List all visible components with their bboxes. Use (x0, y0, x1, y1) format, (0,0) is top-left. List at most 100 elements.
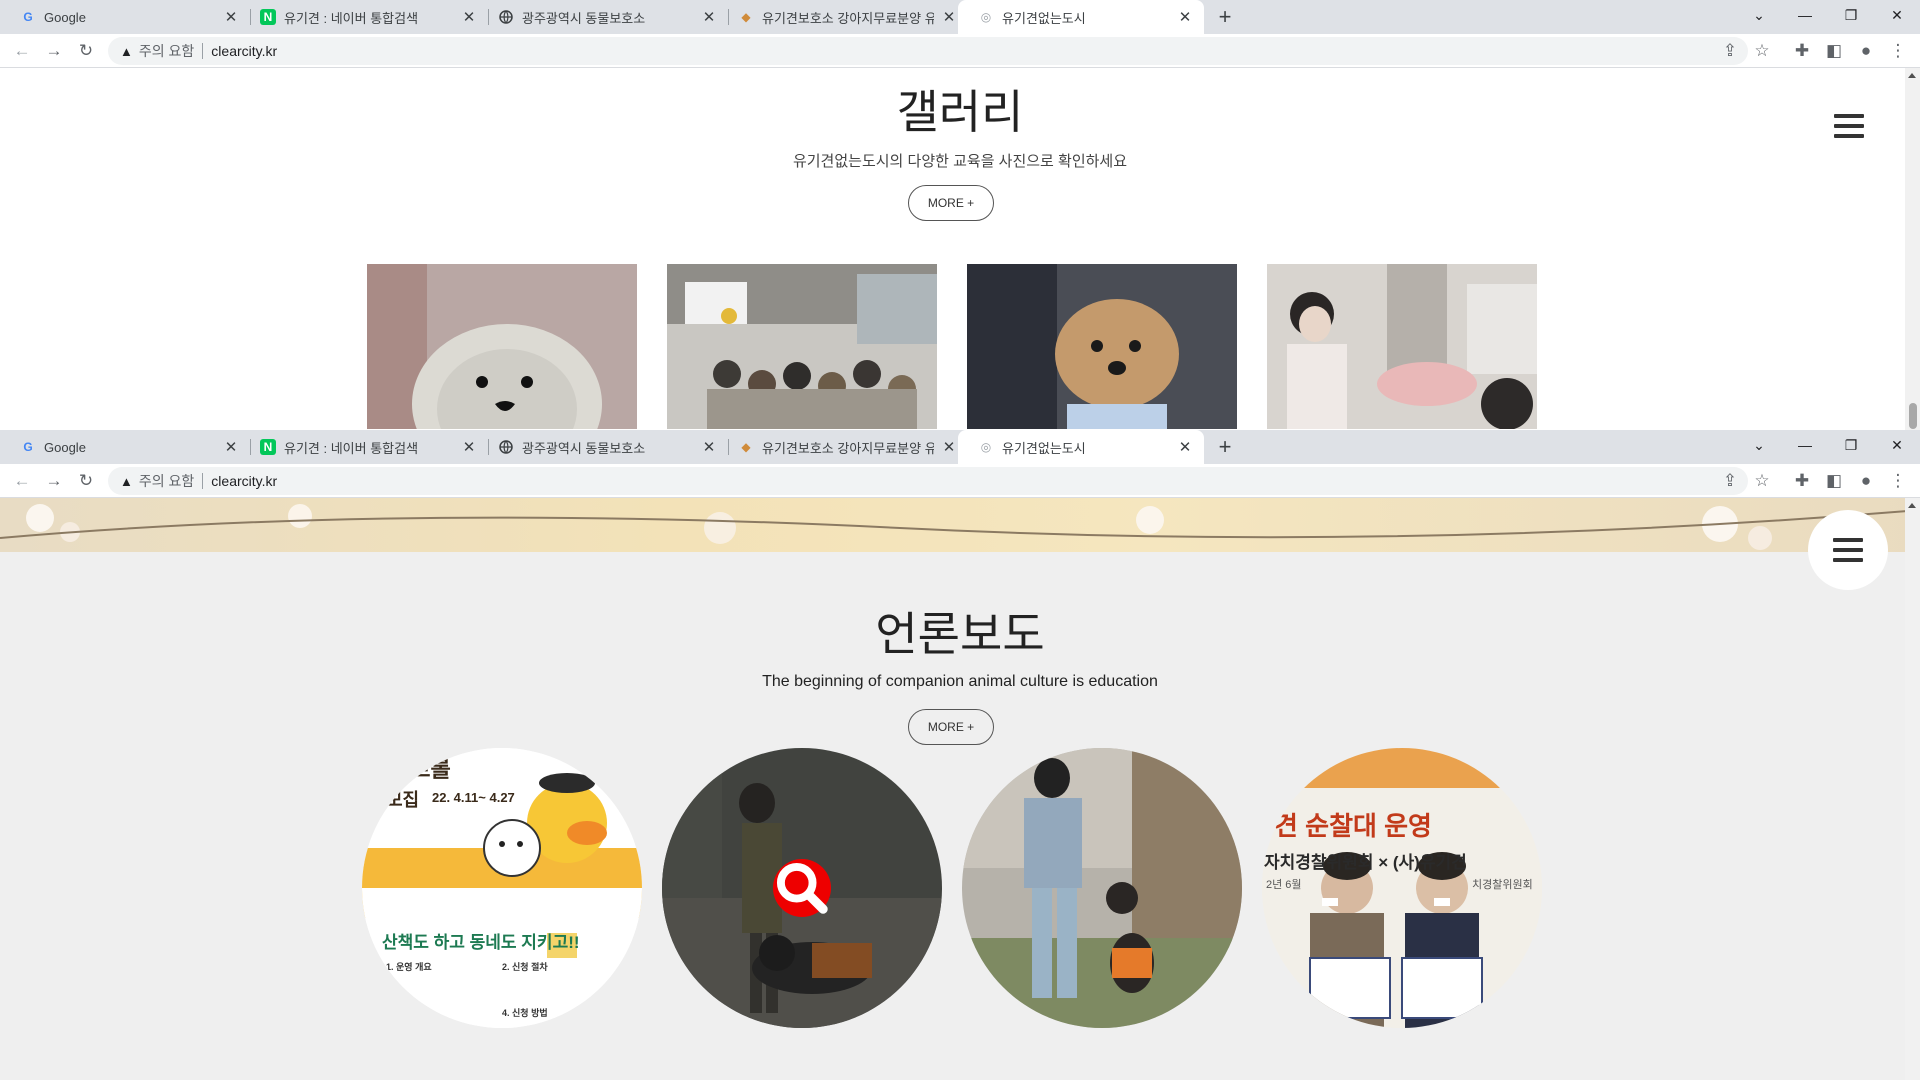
tab-shelter-gwangju[interactable]: 광주광역시 동물보호소 ✕ (478, 0, 728, 34)
close-icon[interactable]: ✕ (940, 8, 958, 26)
close-icon[interactable]: ✕ (1176, 8, 1194, 26)
minimize-icon[interactable]: — (1782, 430, 1828, 460)
tab-shelter-adoption[interactable]: ◆ 유기견보호소 강아지무료분양 유 ✕ (718, 430, 968, 464)
hamburger-menu-button[interactable] (1808, 510, 1888, 590)
minimize-icon[interactable]: — (1782, 0, 1828, 30)
tab-strip: G Google ✕ N 유기견 : 네이버 통합검색 ✕ 광주광역시 동물보호… (0, 0, 1920, 34)
share-icon[interactable]: ⇪ (1716, 467, 1744, 495)
page-scrollbar[interactable] (1905, 68, 1920, 430)
address-bar[interactable]: ▲ 주의 요함 clearcity.kr (108, 467, 1748, 495)
side-panel-icon[interactable]: ◧ (1820, 467, 1848, 495)
tab-shelter-adoption[interactable]: ◆ 유기견보호소 강아지무료분양 유 ✕ (718, 0, 968, 34)
tab-naver[interactable]: N 유기견 : 네이버 통합검색 ✕ (240, 430, 488, 464)
new-tab-icon[interactable]: + (1210, 0, 1240, 34)
gallery-title: 갤러리 (896, 85, 1024, 139)
url-text[interactable]: clearcity.kr (211, 473, 277, 489)
close-icon[interactable]: ✕ (460, 8, 478, 26)
url-text[interactable]: clearcity.kr (211, 43, 277, 59)
shelter-icon: ◆ (741, 10, 751, 24)
press-item-ceremony[interactable]: 견 순찰대 운영 자치경찰위원회 × (사)유기견 2년 6월 치경찰위원회 (1262, 748, 1542, 1028)
gallery-photo-living-room[interactable] (1267, 264, 1537, 429)
tab-clearcity[interactable]: ◎ 유기견없는도시 ✕ (958, 0, 1204, 34)
tab-label: 광주광역시 동물보호소 (522, 10, 646, 26)
hamburger-menu-icon[interactable] (1833, 538, 1863, 562)
blossom-banner (0, 498, 1920, 552)
poster-heading: 펫트롤 (390, 757, 451, 782)
extensions-icon[interactable]: ✚ (1788, 37, 1816, 65)
tab-naver[interactable]: N 유기견 : 네이버 통합검색 ✕ (240, 0, 488, 34)
reload-icon[interactable]: ↻ (72, 37, 100, 65)
site-icon: ◎ (980, 440, 992, 454)
gallery-photo-classroom[interactable] (667, 264, 937, 429)
bookmark-star-icon[interactable]: ☆ (1748, 37, 1776, 65)
close-icon[interactable]: ✕ (700, 8, 718, 26)
bookmark-star-icon[interactable]: ☆ (1748, 467, 1776, 495)
new-tab-icon[interactable]: + (1210, 430, 1240, 464)
close-icon[interactable]: ✕ (1176, 438, 1194, 456)
back-icon[interactable]: ← (8, 467, 36, 495)
menu-kebab-icon[interactable]: ⋮ (1884, 467, 1912, 495)
warning-icon: ▲ (120, 473, 133, 489)
forward-icon[interactable]: → (40, 37, 68, 65)
page-viewport: 갤러리 유기견없는도시의 다양한 교육을 사진으로 확인하세요 MORE + (0, 68, 1920, 430)
tab-label: Google (44, 439, 86, 455)
side-panel-icon[interactable]: ◧ (1820, 37, 1848, 65)
globe-icon (498, 439, 514, 455)
close-icon[interactable]: ✕ (460, 438, 478, 456)
extensions-icon[interactable]: ✚ (1788, 467, 1816, 495)
profile-avatar-icon[interactable]: ● (1852, 37, 1880, 65)
close-window-icon[interactable]: ✕ (1874, 430, 1920, 460)
banner-line-4: 치경찰위원회 (1472, 879, 1533, 891)
profile-avatar-icon[interactable]: ● (1852, 467, 1880, 495)
tab-label: 유기견보호소 강아지무료분양 유 (762, 10, 934, 26)
close-icon[interactable]: ✕ (700, 438, 718, 456)
tab-label: 유기견없는도시 (1002, 440, 1086, 456)
search-icon (776, 862, 828, 914)
tab-google[interactable]: G Google ✕ (0, 0, 250, 34)
hamburger-menu-icon[interactable] (1834, 114, 1864, 138)
gallery-photo-poodle[interactable] (967, 264, 1237, 429)
page-scrollbar[interactable] (1905, 498, 1920, 1080)
share-icon[interactable]: ⇪ (1716, 37, 1744, 65)
naver-icon: N (260, 439, 276, 455)
close-icon[interactable]: ✕ (940, 438, 958, 456)
restore-icon[interactable]: ❐ (1828, 0, 1874, 30)
back-icon[interactable]: ← (8, 37, 36, 65)
page-viewport: 언론보도 The beginning of companion animal c… (0, 498, 1920, 1080)
press-more-button[interactable]: MORE + (908, 709, 994, 745)
browser-window-bottom: G Google ✕ N 유기견 : 네이버 통합검색 ✕ 광주광역시 동물보호… (0, 430, 1920, 1080)
poster-date: 22. 4.11~ 4.27 (432, 790, 515, 805)
search-zoom-button[interactable] (773, 859, 831, 917)
tab-clearcity[interactable]: ◎ 유기견없는도시 ✕ (958, 430, 1204, 464)
menu-kebab-icon[interactable]: ⋮ (1884, 37, 1912, 65)
tab-search-icon[interactable]: ⌄ (1736, 0, 1782, 30)
security-label[interactable]: 주의 요함 (139, 41, 194, 61)
shelter-icon: ◆ (741, 440, 751, 454)
poster-item-1: 1. 운영 개요 (386, 962, 432, 972)
close-icon[interactable]: ✕ (222, 438, 240, 456)
close-icon[interactable]: ✕ (222, 8, 240, 26)
security-label[interactable]: 주의 요함 (139, 471, 194, 491)
browser-window-top: G Google ✕ N 유기견 : 네이버 통합검색 ✕ 광주광역시 동물보호… (0, 0, 1920, 430)
banner-line-1: 견 순찰대 운영 (1274, 811, 1432, 841)
press-item-poster[interactable]: 펫트롤 모집 22. 4.11~ 4.27 산책도 하고 동네도 지키고!! 1… (362, 748, 642, 1028)
tab-label: 광주광역시 동물보호소 (522, 440, 646, 456)
forward-icon[interactable]: → (40, 467, 68, 495)
tab-google[interactable]: G Google ✕ (0, 430, 250, 464)
close-window-icon[interactable]: ✕ (1874, 0, 1920, 30)
reload-icon[interactable]: ↻ (72, 467, 100, 495)
address-bar[interactable]: ▲ 주의 요함 clearcity.kr (108, 37, 1748, 65)
press-item-dog-walker[interactable] (962, 748, 1242, 1028)
banner-line-3: 2년 6월 (1266, 879, 1302, 891)
tab-label: 유기견 : 네이버 통합검색 (284, 440, 419, 456)
google-icon: G (23, 10, 33, 24)
restore-icon[interactable]: ❐ (1828, 430, 1874, 460)
gallery-subtitle: 유기견없는도시의 다양한 교육을 사진으로 확인하세요 (792, 153, 1128, 170)
tab-search-icon[interactable]: ⌄ (1736, 430, 1782, 460)
gallery-photo-bowl[interactable] (367, 264, 637, 429)
browser-toolbar: ← → ↻ ▲ 주의 요함 clearcity.kr ⇪ ☆ ✚ ◧ ● ⋮ (0, 34, 1920, 68)
tab-shelter-gwangju[interactable]: 광주광역시 동물보호소 ✕ (478, 430, 728, 464)
press-item-patrol-walk[interactable] (662, 748, 942, 1028)
poster-item-4: 대상 (406, 1008, 423, 1018)
gallery-more-button[interactable]: MORE + (908, 185, 994, 221)
